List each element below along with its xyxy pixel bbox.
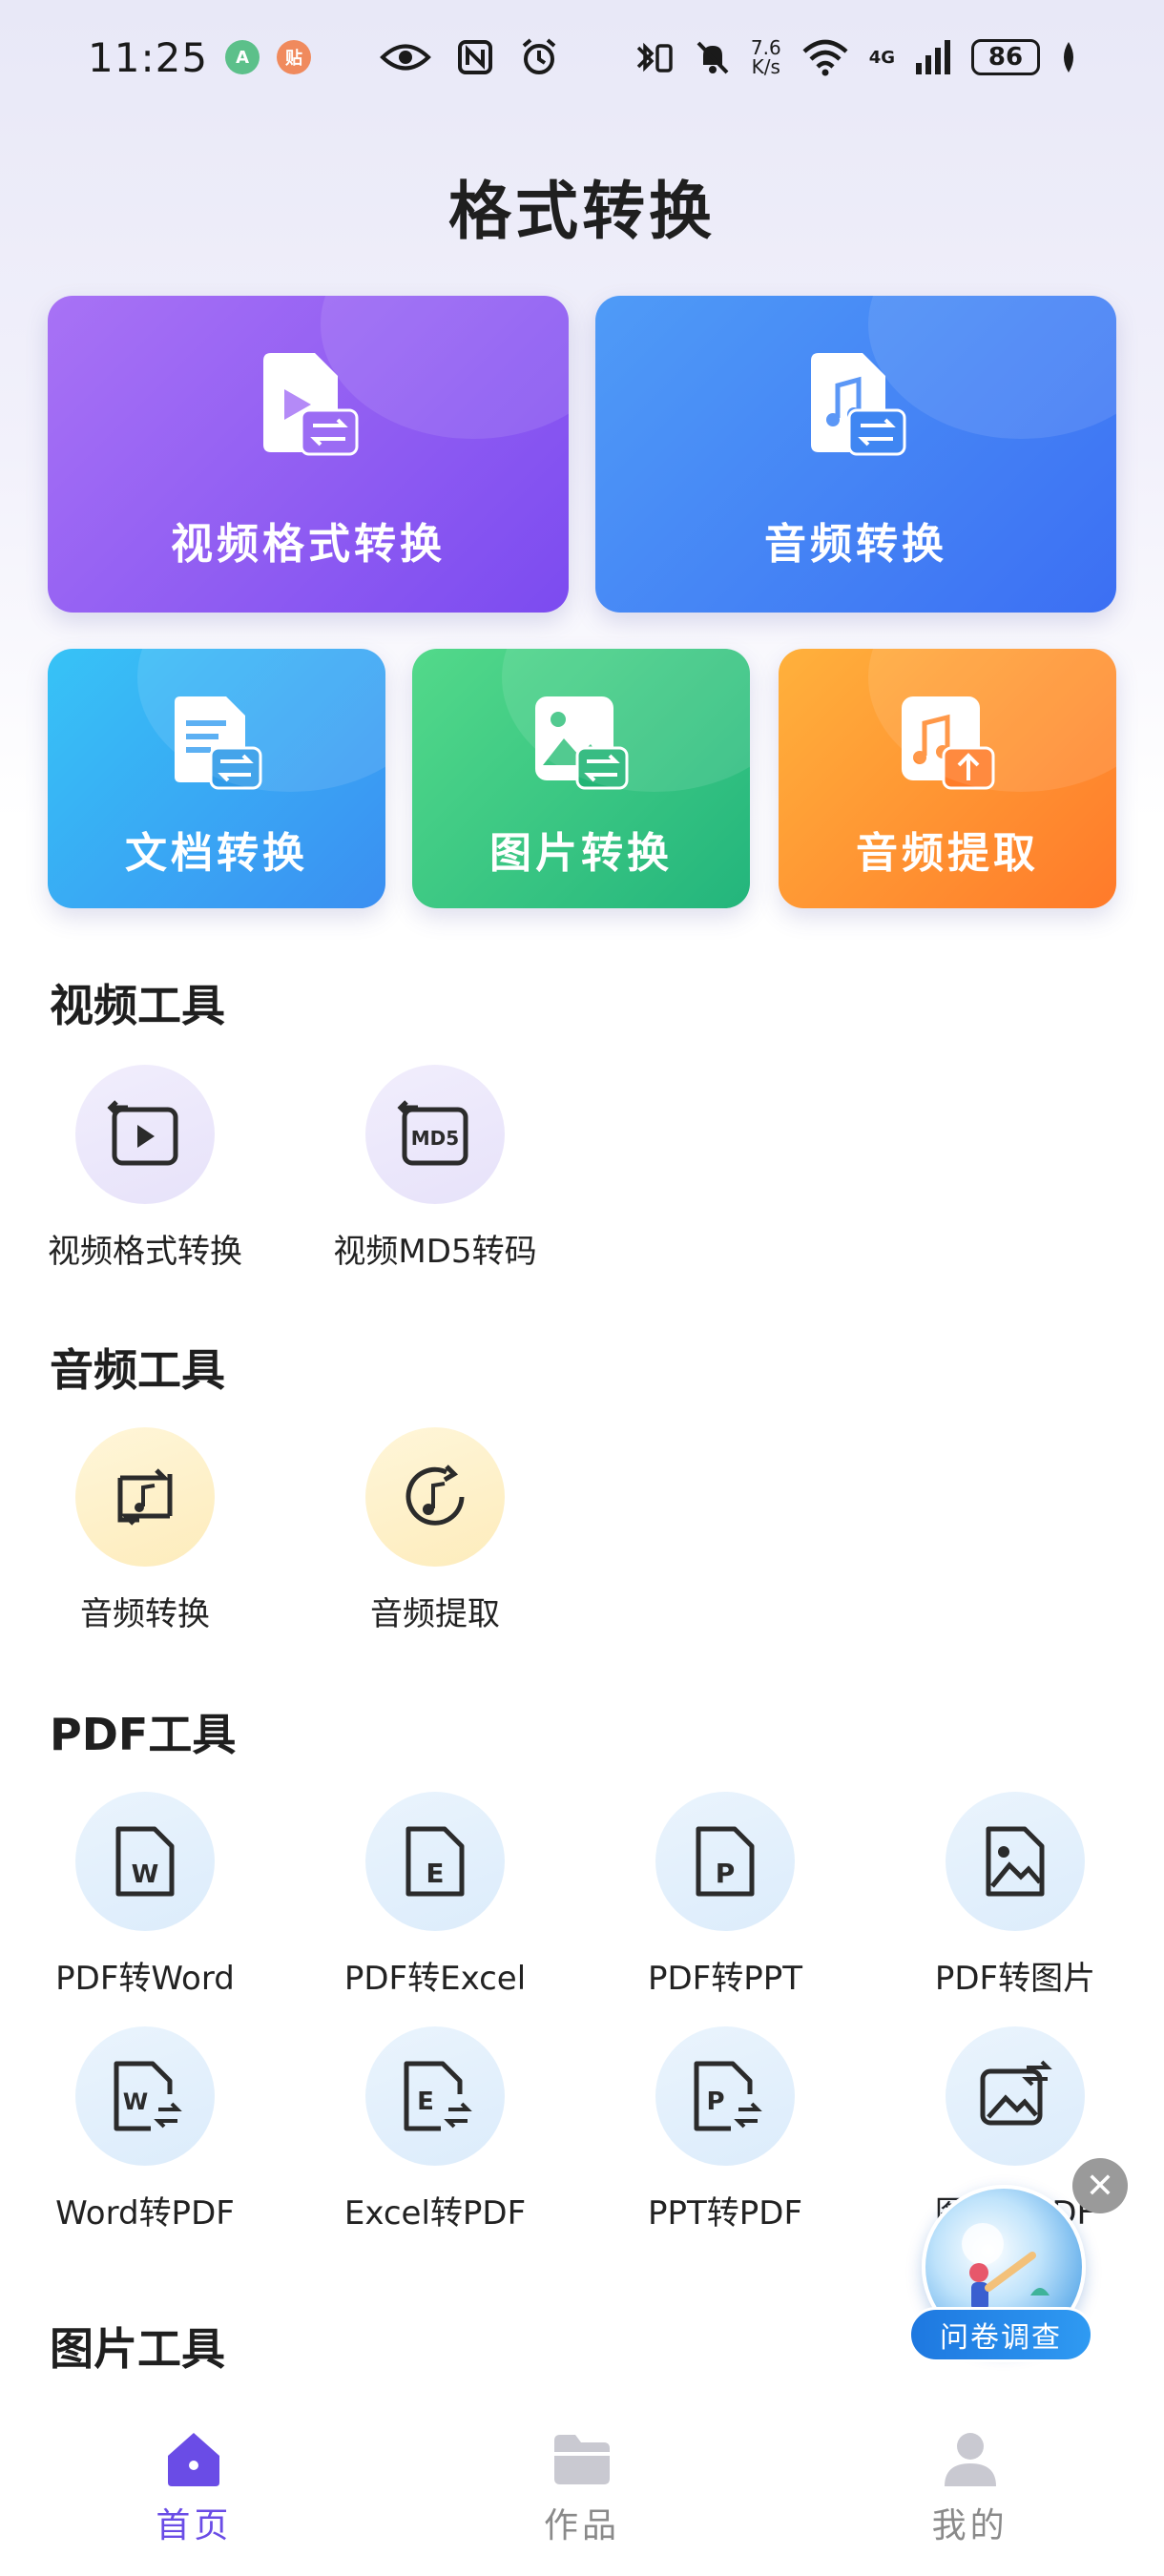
doc-letter: W — [123, 2088, 148, 2115]
video-convert-icon — [107, 1100, 178, 1166]
card-audio-extract[interactable]: 音频提取 — [779, 649, 1116, 908]
bluetooth-icon — [636, 42, 673, 73]
notification-app-icon: A — [225, 40, 260, 74]
bottom-nav: 首页 作品 我的 — [0, 2404, 1164, 2576]
section-title-image: 图片工具 — [50, 2323, 225, 2375]
eye-icon — [380, 44, 431, 71]
nav-label: 我的 — [931, 2506, 1008, 2545]
audio-convert-icon — [117, 1468, 173, 1526]
survey-floating-button[interactable]: 问卷调查 — [908, 2185, 1099, 2366]
tool-label: PPT转PDF — [647, 2194, 802, 2233]
home-icon — [168, 2433, 220, 2486]
document-file-icon — [175, 696, 262, 790]
tool-pdf-to-ppt[interactable]: P PDF转PPT — [601, 1792, 849, 1999]
tool-pdf-to-word[interactable]: W PDF转Word — [21, 1792, 269, 1999]
tool-label: PDF转PPT — [647, 1960, 802, 1998]
audio-file-icon — [811, 353, 906, 456]
tool-pdf-to-excel[interactable]: E PDF转Excel — [311, 1792, 559, 1999]
status-bar: 11:25 A 贴 7.6 K/s 4G 86 — [0, 0, 1164, 114]
status-time: 11:25 — [88, 33, 209, 81]
network-type: 4G — [868, 47, 895, 68]
nav-label: 作品 — [544, 2506, 621, 2545]
md5-icon: MD5 — [397, 1100, 468, 1166]
survey-close-button[interactable]: ✕ — [1072, 2158, 1128, 2213]
image-doc-icon — [986, 1826, 1045, 1897]
nfc-icon — [458, 40, 493, 74]
notification-tieba-icon: 贴 — [277, 40, 312, 74]
signal-icon — [916, 40, 950, 74]
card-document-convert[interactable]: 文档转换 — [48, 649, 385, 908]
network-speed: 7.6 K/s — [750, 36, 781, 78]
tool-audio-convert[interactable]: 音频转换 — [21, 1427, 269, 1634]
image-to-pdf-icon — [980, 2060, 1052, 2126]
tool-label: 音频转换 — [80, 1595, 210, 1633]
mute-bell-icon — [696, 41, 729, 74]
nav-profile[interactable]: 我的 — [776, 2404, 1164, 2576]
tool-label: 视频MD5转码 — [333, 1233, 537, 1271]
excel-doc-icon: E — [405, 1826, 465, 1897]
section-title-pdf: PDF工具 — [50, 1709, 237, 1760]
md5-badge-text: MD5 — [411, 1127, 459, 1150]
section-title-audio: 音频工具 — [50, 1344, 225, 1396]
card-label: 图片转换 — [489, 829, 673, 878]
ppt-doc-icon: P — [696, 1826, 755, 1897]
survey-label: 问卷调查 — [908, 2307, 1093, 2362]
doc-letter: P — [716, 1858, 736, 1889]
nav-label: 首页 — [156, 2506, 233, 2545]
audio-extract-file-icon — [902, 696, 995, 790]
card-label: 音频转换 — [764, 520, 947, 569]
doc-letter: P — [706, 2088, 724, 2116]
tool-excel-to-pdf[interactable]: E Excel转PDF — [311, 2026, 559, 2233]
word-doc-icon: W — [115, 1826, 175, 1897]
leaf-icon — [1064, 42, 1073, 73]
tool-label: Excel转PDF — [343, 2194, 527, 2233]
excel-to-pdf-icon: E — [404, 2061, 472, 2131]
tool-word-to-pdf[interactable]: W Word转PDF — [21, 2026, 269, 2233]
card-label: 音频提取 — [856, 829, 1039, 878]
folder-icon — [554, 2435, 610, 2484]
ppt-to-pdf-icon: P — [694, 2061, 762, 2131]
card-audio-convert[interactable]: 音频转换 — [595, 296, 1116, 613]
alarm-icon — [522, 38, 556, 74]
tool-pdf-to-image[interactable]: PDF转图片 — [891, 1792, 1139, 1999]
doc-letter: E — [417, 2088, 434, 2116]
card-image-convert[interactable]: 图片转换 — [412, 649, 750, 908]
page-title: 格式转换 — [448, 175, 716, 248]
doc-letter: E — [426, 1858, 444, 1889]
tool-audio-extract[interactable]: 音频提取 — [311, 1427, 559, 1634]
tool-label: Word转PDF — [55, 2194, 235, 2233]
tool-label: PDF转Excel — [343, 1960, 527, 1998]
word-to-pdf-icon: W — [114, 2061, 182, 2131]
video-file-icon — [263, 353, 359, 456]
tool-label: PDF转图片 — [934, 1960, 1096, 1998]
tool-ppt-to-pdf[interactable]: P PPT转PDF — [601, 2026, 849, 2233]
nav-home[interactable]: 首页 — [0, 2404, 388, 2576]
tool-label: 视频格式转换 — [48, 1233, 242, 1271]
doc-letter: W — [132, 1860, 159, 1889]
nav-works[interactable]: 作品 — [388, 2404, 777, 2576]
tool-video-md5[interactable]: MD5 视频MD5转码 — [311, 1065, 559, 1272]
wifi-icon — [802, 39, 848, 76]
audio-extract-icon — [405, 1465, 465, 1526]
profile-icon — [944, 2433, 996, 2486]
card-label: 视频格式转换 — [171, 520, 446, 569]
tool-video-convert[interactable]: 视频格式转换 — [21, 1065, 269, 1272]
image-file-icon — [535, 696, 629, 790]
card-label: 文档转换 — [125, 829, 308, 878]
card-video-convert[interactable]: 视频格式转换 — [48, 296, 569, 613]
battery-indicator: 86 — [971, 39, 1040, 75]
tool-label: 音频提取 — [370, 1595, 500, 1633]
section-title-video: 视频工具 — [50, 980, 225, 1031]
tool-label: PDF转Word — [55, 1960, 235, 1998]
